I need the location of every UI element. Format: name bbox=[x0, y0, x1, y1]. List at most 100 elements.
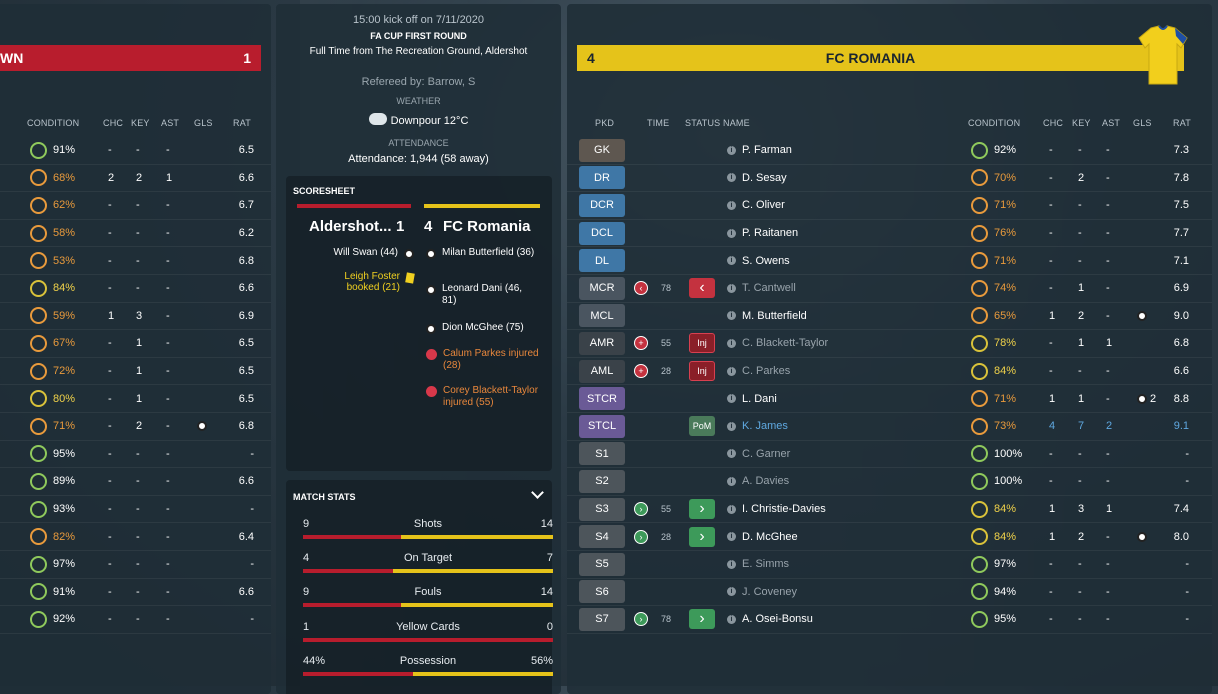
col-chc[interactable]: CHC bbox=[103, 118, 123, 128]
name-cell[interactable]: i A. Davies bbox=[727, 468, 789, 495]
table-row[interactable]: MCR ‹ 78 ‹ i T. Cantwell 74% - 1 - 6.9 bbox=[567, 275, 1212, 303]
col-gls[interactable]: GLS bbox=[1133, 118, 1152, 128]
player-name[interactable]: P. Farman bbox=[742, 144, 792, 156]
col-key[interactable]: KEY bbox=[131, 118, 150, 128]
player-name[interactable]: C. Parkes bbox=[742, 365, 790, 377]
position-badge[interactable]: STCR bbox=[579, 387, 625, 411]
table-row[interactable]: S6 i J. Coveney 94% - - - - bbox=[567, 579, 1212, 607]
player-name[interactable]: C. Garner bbox=[742, 448, 790, 460]
table-row[interactable]: 71% - 2 - 6.8 bbox=[0, 413, 271, 441]
info-icon[interactable]: i bbox=[727, 614, 736, 624]
table-row[interactable]: MCL i M. Butterfield 65% 1 2 - 9.0 bbox=[567, 303, 1212, 331]
player-name[interactable]: C. Oliver bbox=[742, 199, 785, 211]
name-cell[interactable]: i C. Parkes bbox=[727, 358, 790, 385]
away-team-name[interactable]: FC ROMANIA bbox=[627, 50, 1174, 66]
player-name[interactable]: M. Butterfield bbox=[742, 310, 807, 322]
info-icon[interactable]: i bbox=[727, 145, 736, 155]
name-cell[interactable]: i D. Sesay bbox=[727, 165, 787, 192]
table-row[interactable]: S3 › 55 › i I. Christie-Davies 84% 1 3 1 7.4 bbox=[567, 496, 1212, 524]
info-icon[interactable]: i bbox=[727, 559, 736, 569]
name-cell[interactable]: i T. Cantwell bbox=[727, 275, 796, 302]
col-time[interactable]: TIME bbox=[647, 118, 669, 128]
position-badge[interactable]: STCL bbox=[579, 414, 625, 438]
info-icon[interactable]: i bbox=[727, 256, 736, 266]
info-icon[interactable]: i bbox=[727, 228, 736, 238]
info-icon[interactable]: i bbox=[727, 283, 736, 293]
info-icon[interactable]: i bbox=[727, 311, 736, 321]
player-name[interactable]: D. McGhee bbox=[742, 531, 798, 543]
position-badge[interactable]: S6 bbox=[579, 580, 625, 604]
table-row[interactable]: 68% 2 2 1 6.6 bbox=[0, 165, 271, 193]
col-pkd[interactable]: PKD bbox=[595, 118, 614, 128]
col-ast[interactable]: AST bbox=[1102, 118, 1120, 128]
player-name[interactable]: S. Owens bbox=[742, 255, 790, 267]
table-row[interactable]: 95% - - - - bbox=[0, 441, 271, 469]
position-badge[interactable]: MCR bbox=[579, 276, 625, 300]
name-cell[interactable]: i E. Simms bbox=[727, 551, 789, 578]
info-icon[interactable]: i bbox=[727, 366, 736, 376]
player-name[interactable]: A. Davies bbox=[742, 475, 789, 487]
position-badge[interactable]: S1 bbox=[579, 442, 625, 466]
info-icon[interactable]: i bbox=[727, 338, 736, 348]
player-name[interactable]: I. Christie-Davies bbox=[742, 503, 826, 515]
position-badge[interactable]: MCL bbox=[579, 304, 625, 328]
table-row[interactable]: 97% - - - - bbox=[0, 551, 271, 579]
table-row[interactable]: 58% - - - 6.2 bbox=[0, 220, 271, 248]
name-cell[interactable]: i C. Blackett-Taylor bbox=[727, 330, 828, 357]
home-event[interactable]: Will Swan (44) bbox=[286, 247, 414, 259]
table-row[interactable]: 84% - - - 6.6 bbox=[0, 275, 271, 303]
name-cell[interactable]: i M. Butterfield bbox=[727, 303, 807, 330]
col-gls[interactable]: GLS bbox=[194, 118, 213, 128]
info-icon[interactable]: i bbox=[727, 532, 736, 542]
info-icon[interactable]: i bbox=[727, 394, 736, 404]
position-badge[interactable]: DCR bbox=[579, 193, 625, 217]
away-event[interactable]: Leonard Dani (46, 81) bbox=[426, 283, 552, 307]
col-condition[interactable]: CONDITION bbox=[27, 118, 79, 128]
position-badge[interactable]: S5 bbox=[579, 552, 625, 576]
player-name[interactable]: P. Raitanen bbox=[742, 227, 798, 239]
col-key[interactable]: KEY bbox=[1072, 118, 1091, 128]
info-icon[interactable]: i bbox=[727, 173, 736, 183]
table-row[interactable]: 93% - - - - bbox=[0, 496, 271, 524]
table-row[interactable]: S1 i C. Garner 100% - - - - bbox=[567, 441, 1212, 469]
table-row[interactable]: 62% - - - 6.7 bbox=[0, 192, 271, 220]
away-event[interactable]: Corey Blackett-Taylor injured (55) bbox=[426, 385, 552, 409]
table-row[interactable]: 59% 1 3 - 6.9 bbox=[0, 303, 271, 331]
table-row[interactable]: 89% - - - 6.6 bbox=[0, 468, 271, 496]
table-row[interactable]: 91% - - - 6.6 bbox=[0, 579, 271, 607]
table-row[interactable]: 92% - - - - bbox=[0, 606, 271, 634]
table-row[interactable]: DCL i P. Raitanen 76% - - - 7.7 bbox=[567, 220, 1212, 248]
player-name[interactable]: J. Coveney bbox=[742, 586, 797, 598]
table-row[interactable]: 91% - - - 6.5 bbox=[0, 137, 271, 165]
col-ast[interactable]: AST bbox=[161, 118, 179, 128]
away-event[interactable]: Dion McGhee (75) bbox=[426, 322, 552, 334]
table-row[interactable]: GK i P. Farman 92% - - - 7.3 bbox=[567, 137, 1212, 165]
home-event[interactable]: Leigh Foster booked (21) bbox=[286, 271, 415, 293]
player-name[interactable]: D. Sesay bbox=[742, 172, 787, 184]
table-row[interactable]: DCR i C. Oliver 71% - - - 7.5 bbox=[567, 192, 1212, 220]
table-row[interactable]: AMR +55 Inj i C. Blackett-Taylor 78% - 1 1 6.8 bbox=[567, 330, 1212, 358]
position-badge[interactable]: AML bbox=[579, 359, 625, 383]
scoresheet-home-team[interactable]: Aldershot... bbox=[309, 218, 392, 235]
position-badge[interactable]: DL bbox=[579, 249, 625, 273]
player-name[interactable]: C. Blackett-Taylor bbox=[742, 337, 828, 349]
player-name[interactable]: L. Dani bbox=[742, 393, 777, 405]
position-badge[interactable]: DCL bbox=[579, 221, 625, 245]
table-row[interactable]: S2 i A. Davies 100% - - - - bbox=[567, 468, 1212, 496]
table-row[interactable]: 53% - - - 6.8 bbox=[0, 247, 271, 275]
col-condition[interactable]: CONDITION bbox=[968, 118, 1020, 128]
info-icon[interactable]: i bbox=[727, 421, 736, 431]
col-rat[interactable]: RAT bbox=[233, 118, 251, 128]
table-row[interactable]: DL i S. Owens 71% - - - 7.1 bbox=[567, 247, 1212, 275]
player-name[interactable]: K. James bbox=[742, 420, 788, 432]
position-badge[interactable]: S2 bbox=[579, 469, 625, 493]
col-name[interactable]: NAME bbox=[723, 118, 750, 128]
info-icon[interactable]: i bbox=[727, 504, 736, 514]
name-cell[interactable]: i S. Owens bbox=[727, 247, 790, 274]
position-badge[interactable]: S3 bbox=[579, 497, 625, 521]
referee-text[interactable]: Refereed by: Barrow, S bbox=[276, 76, 561, 88]
table-row[interactable]: S5 i E. Simms 97% - - - - bbox=[567, 551, 1212, 579]
table-row[interactable]: S7 › 78 › i A. Osei-Bonsu 95% - - - - bbox=[567, 606, 1212, 634]
name-cell[interactable]: i L. Dani bbox=[727, 385, 777, 412]
table-row[interactable]: 72% - 1 - 6.5 bbox=[0, 358, 271, 386]
